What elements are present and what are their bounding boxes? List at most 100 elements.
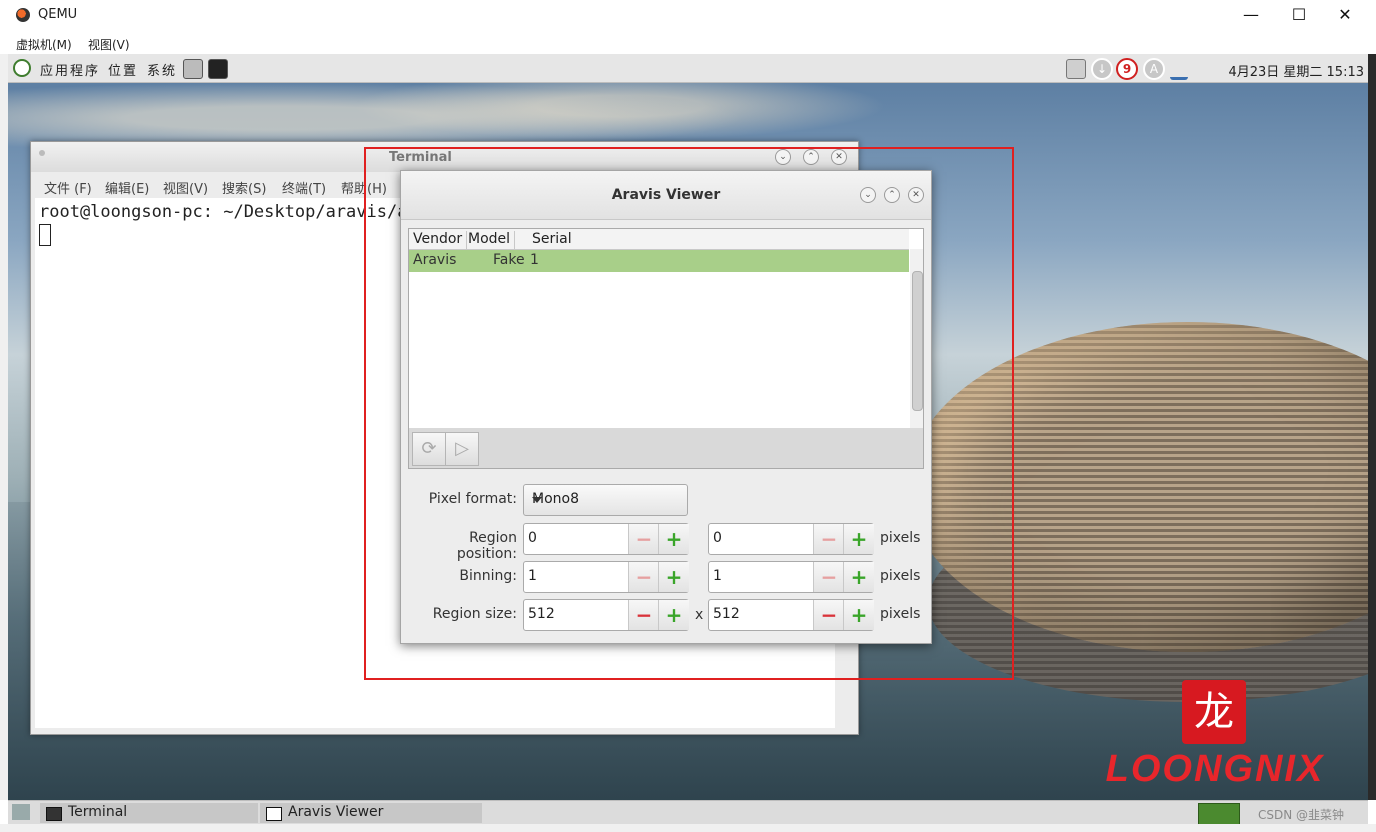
refresh-button[interactable]: ⟳ (412, 432, 446, 466)
guest-top-panel: 应用程序 位置 系统 ↓ 9 A 4月23日 星期二 15:13 (8, 54, 1368, 83)
camera-list-header: Vendor Model Serial (409, 229, 909, 250)
menu-system[interactable]: 系统 (147, 60, 177, 79)
terminal-minimize-icon[interactable]: ⌄ (775, 149, 791, 165)
binning-x-plus-button[interactable]: + (658, 562, 689, 592)
terminal-menu-help[interactable]: 帮助(H) (341, 178, 387, 197)
aravis-title: Aravis Viewer (611, 187, 721, 203)
minimize-button[interactable]: — (1240, 4, 1262, 26)
region-position-units: pixels (880, 530, 921, 546)
terminal-cursor (39, 224, 51, 246)
taskbar-item-terminal[interactable]: Terminal (40, 803, 258, 823)
loongnix-logo: 龙 LOONGNIX (1090, 680, 1340, 791)
terminal-icon (46, 807, 62, 821)
terminal-window-menu-icon[interactable] (39, 150, 45, 156)
play-button[interactable]: ▷ (445, 432, 479, 466)
region-position-y-spinner[interactable]: 0 − + (708, 523, 874, 555)
binning-y-value: 1 (713, 568, 722, 584)
region-position-x-minus-button[interactable]: − (628, 524, 659, 554)
aravis-maximize-icon[interactable]: ⌃ (884, 187, 900, 203)
terminal-title: Terminal (389, 150, 452, 165)
binning-x-minus-button[interactable]: − (628, 562, 659, 592)
camera-model: Fake (493, 252, 525, 268)
camera-list[interactable]: Vendor Model Serial Aravis Fake 1 (408, 228, 924, 430)
network-icon[interactable] (1170, 59, 1188, 80)
column-model[interactable]: Model (468, 231, 516, 249)
menu-applications[interactable]: 应用程序 (40, 60, 100, 79)
host-bottom-edge (0, 824, 1376, 832)
column-vendor[interactable]: Vendor (413, 231, 468, 249)
aravis-titlebar[interactable]: Aravis Viewer ⌄ ⌃ ✕ (401, 171, 931, 220)
update-icon[interactable]: ↓ (1091, 58, 1113, 80)
terminal-maximize-icon[interactable]: ⌃ (803, 149, 819, 165)
region-size-width-spinner[interactable]: 512 − + (523, 599, 689, 631)
show-desktop-icon[interactable] (12, 804, 30, 820)
host-right-edge (1368, 54, 1376, 800)
region-position-y-minus-button[interactable]: − (813, 524, 844, 554)
camera-vendor: Aravis (413, 252, 457, 268)
accessibility-icon[interactable]: A (1143, 58, 1165, 80)
guest-taskbar: Terminal Aravis Viewer (8, 800, 1368, 825)
aravis-close-icon[interactable]: ✕ (908, 187, 924, 203)
qemu-logo-icon (16, 8, 30, 22)
terminal-menu-view[interactable]: 视图(V) (163, 178, 208, 197)
binning-units: pixels (880, 568, 921, 584)
terminal-menu-terminal[interactable]: 终端(T) (282, 178, 326, 197)
terminal-menu-file[interactable]: 文件 (F) (44, 178, 92, 197)
region-size-width-value: 512 (528, 606, 555, 622)
maximize-button[interactable]: ☐ (1288, 4, 1310, 26)
region-position-x-plus-button[interactable]: + (658, 524, 689, 554)
aravis-toolbar: ⟳ ▷ (408, 428, 924, 469)
region-size-width-plus-button[interactable]: + (658, 600, 689, 630)
watermark: CSDN @韭菜钟 (1258, 808, 1345, 822)
terminal-launcher-icon[interactable] (208, 59, 228, 79)
binning-y-spinner[interactable]: 1 − + (708, 561, 874, 593)
region-size-width-minus-button[interactable]: − (628, 600, 659, 630)
chevron-down-icon (532, 497, 542, 503)
region-size-height-value: 512 (713, 606, 740, 622)
region-position-x-spinner[interactable]: 0 − + (523, 523, 689, 555)
terminal-close-icon[interactable]: ✕ (831, 149, 847, 165)
pixel-format-select[interactable]: Mono8 (523, 484, 688, 516)
taskbar-item-aravis-viewer[interactable]: Aravis Viewer (260, 803, 482, 823)
region-size-height-plus-button[interactable]: + (843, 600, 874, 630)
camera-row[interactable]: Aravis Fake 1 (409, 250, 909, 272)
notification-count-badge[interactable]: 9 (1116, 58, 1138, 80)
workspace-switcher[interactable] (1198, 803, 1240, 825)
binning-y-minus-button[interactable]: − (813, 562, 844, 592)
keyboard-icon[interactable] (1066, 59, 1086, 79)
region-position-y-plus-button[interactable]: + (843, 524, 874, 554)
binning-x-value: 1 (528, 568, 537, 584)
terminal-titlebar[interactable]: Terminal ⌄ ⌃ ✕ (31, 142, 858, 172)
close-button[interactable]: ✕ (1334, 4, 1356, 26)
menu-view[interactable]: 视图(V) (88, 36, 130, 53)
host-menubar: 虚拟机(M) 视图(V) (0, 30, 1376, 54)
panel-clock[interactable]: 4月23日 星期二 15:13 (1228, 61, 1364, 80)
camera-serial: 1 (530, 252, 539, 268)
region-size-times-sign: x (695, 607, 704, 623)
region-position-y-value: 0 (713, 530, 722, 546)
camera-list-scroll-thumb[interactable] (912, 271, 923, 411)
terminal-menu-edit[interactable]: 编辑(E) (105, 178, 149, 197)
terminal-prompt: root@loongson-pc: ~/Desktop/aravis/ara (39, 202, 428, 222)
region-size-label: Region size: (432, 606, 517, 622)
host-titlebar: QEMU — ☐ ✕ (0, 0, 1376, 30)
binning-x-spinner[interactable]: 1 − + (523, 561, 689, 593)
region-size-height-spinner[interactable]: 512 − + (708, 599, 874, 631)
aravis-viewer-window: Aravis Viewer ⌄ ⌃ ✕ Vendor Model Serial … (400, 170, 932, 644)
menu-places[interactable]: 位置 (108, 60, 138, 79)
loongnix-seal-icon: 龙 (1182, 680, 1246, 744)
pixel-format-label: Pixel format: (428, 491, 517, 507)
host-window-title: QEMU (38, 7, 78, 22)
column-serial[interactable]: Serial (532, 231, 576, 249)
menu-vm[interactable]: 虚拟机(M) (16, 36, 72, 53)
camera-list-scrollbar[interactable] (910, 249, 923, 429)
distro-menu-icon[interactable] (13, 59, 31, 77)
binning-label: Binning: (459, 568, 517, 584)
terminal-menu-search[interactable]: 搜索(S) (222, 178, 266, 197)
loongnix-wordmark: LOONGNIX (1105, 748, 1325, 790)
aravis-minimize-icon[interactable]: ⌄ (860, 187, 876, 203)
region-position-x-value: 0 (528, 530, 537, 546)
binning-y-plus-button[interactable]: + (843, 562, 874, 592)
region-size-height-minus-button[interactable]: − (813, 600, 844, 630)
text-editor-launcher-icon[interactable] (183, 59, 203, 79)
